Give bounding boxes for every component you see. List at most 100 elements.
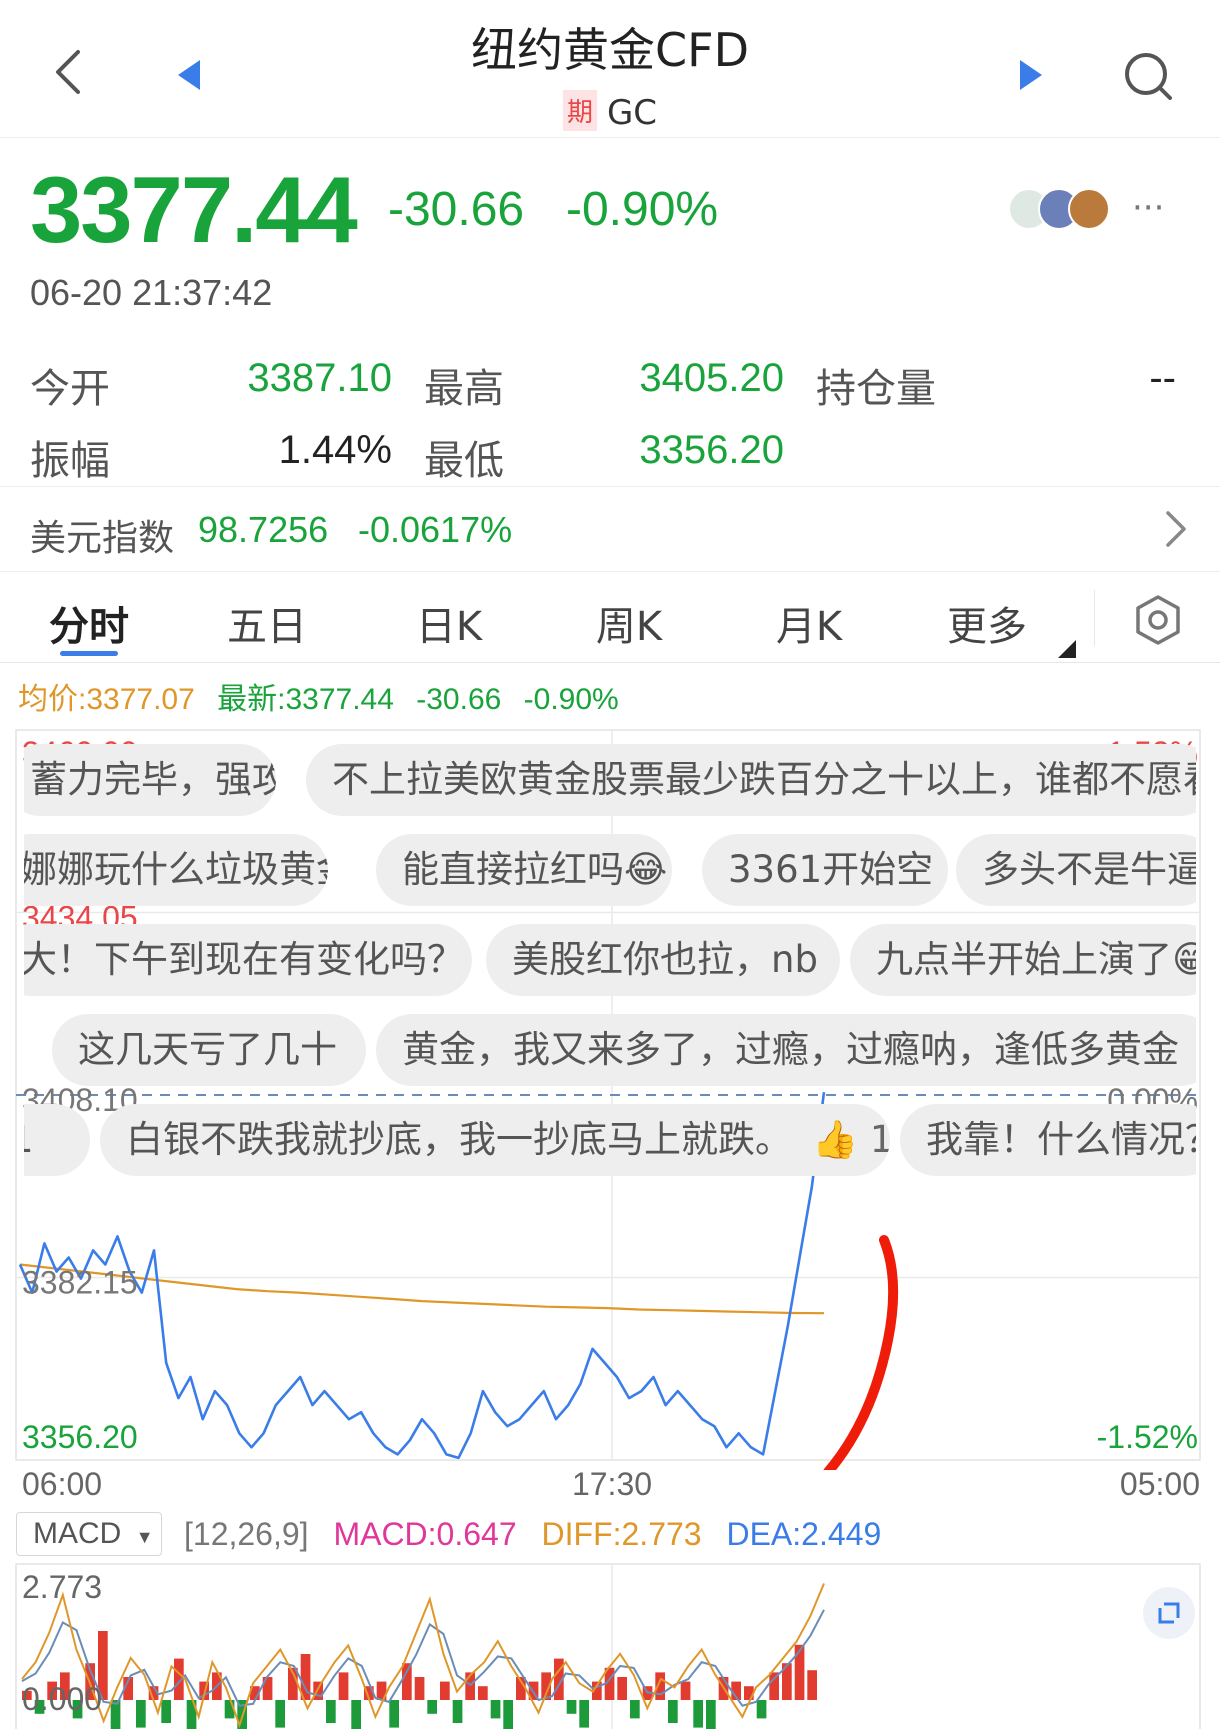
macd-bar [706,1700,716,1729]
tab-daily-k[interactable]: 日K [384,594,514,652]
comment-text: 大！下午到现在有变化吗？ [24,938,464,981]
tab-more[interactable]: 更多 [922,594,1052,652]
macd-bar [668,1700,678,1723]
macd-y-tick: 2.773 [22,1569,102,1605]
comment-bubble: 大！下午到现在有变化吗？ [24,924,472,996]
dollar-index-change: -0.0617% [358,509,513,550]
macd-bar [744,1686,754,1700]
x-tick: 06:00 [22,1466,103,1502]
macd-marks [21,1583,825,1729]
futures-badge: 期 [562,90,597,131]
macd-bar [490,1700,501,1719]
comment-text: 能直接拉红吗😂 [402,848,668,891]
macd-bar [427,1700,437,1714]
y-left-tick: 3356.20 [22,1419,138,1455]
latest-price-label: 最新:3377.44 [217,683,394,716]
amplitude-value: 1.44% [278,428,392,472]
tab-weekly-k[interactable]: 周K [564,594,694,652]
price-change-percent: -0.90% [566,183,719,236]
comment-bubble: 能直接拉红吗😂 [376,834,672,906]
search-icon[interactable] [1122,50,1174,102]
comment-bubble: 九点半开始上演了😁 [850,924,1196,996]
amplitude-label: 振幅 [30,438,110,484]
macd-bar [275,1700,285,1728]
dollar-index-row[interactable]: 美元指数 98.7256 -0.0617% [0,486,1220,572]
more-icon[interactable]: ··· [1132,188,1164,228]
comment-text: 娜娜玩什么垃圾黄金 [24,848,328,891]
x-tick: 17:30 [571,1466,653,1502]
tab-intraday[interactable]: 分时 [24,594,154,652]
y-right-tick: -1.52% [1097,1419,1198,1455]
annotation-stroke [823,1235,899,1470]
macd-y-tick: 0.000 [22,1681,102,1717]
dea-value-label: DEA:2.449 [726,1516,882,1552]
macd-axis-labels: 2.773 0.000 [22,1569,102,1717]
chart-legend: 均价:3377.07 最新:3377.44 -30.66 -0.90% [18,674,619,718]
indicator-select-value: MACD [33,1517,122,1550]
last-price: 3377.44 [30,157,358,262]
indicator-select[interactable]: MACD ▼ [16,1512,162,1556]
instrument-code: GC [606,93,658,133]
macd-bar [693,1700,703,1728]
macd-bar [326,1700,336,1723]
macd-bar [807,1670,817,1700]
tab-divider [1094,590,1095,646]
macd-bar [566,1700,577,1714]
comment-bubble: 美股红你也拉，nb [486,924,840,996]
low-label: 最低 [424,438,504,484]
comment-bubble: 黄金，我又来多了，过瘾，过瘾呐，逢低多黄金 [376,1014,1196,1086]
comment-text: 我靠！什么情况？ [926,1118,1196,1161]
comment-text: 3361开始空 [728,848,934,891]
macd-chart[interactable]: 2.773 0.000 [0,1562,1220,1729]
caret-down-icon: ▼ [135,1527,154,1547]
quote-timestamp: 06-20 21:37:42 [30,272,273,313]
comment-text: 黄金，我又来多了，过瘾，过瘾呐，逢低多黄金 [402,1028,1179,1071]
macd-bar [478,1686,488,1700]
comment-bubble: 我靠！什么情况？ [900,1104,1196,1176]
comment-text: 九点半开始上演了😁 [876,938,1196,981]
open-label: 今开 [30,366,110,412]
macd-bar [414,1677,425,1700]
open-value: 3387.10 [247,356,392,400]
comment-text: 白银不跌我就抄底，我一抄底马上就跌。 [126,1118,792,1161]
comment-text: 美股红你也拉，nb [512,938,818,981]
next-instrument-icon[interactable] [1016,58,1044,92]
macd-bar [503,1700,513,1729]
y-left-tick: 3382.15 [22,1265,138,1301]
comment-bubble: 这几天亏了几十 [52,1014,366,1086]
high-value: 3405.20 [639,356,784,400]
instrument-subtitle: 期 GC [0,90,1220,133]
like-count: 👍 1 [812,1118,890,1161]
tabs-divider [0,662,1220,663]
comment-text: 这几天亏了几十 [78,1028,337,1071]
price-change: -30.66 [388,183,525,236]
macd-bar [161,1700,171,1723]
viewer-avatars[interactable] [1008,186,1120,232]
active-tab-indicator [60,651,118,656]
comment-bubble: 1 [24,1104,90,1176]
macd-bar [136,1700,146,1728]
open-interest-value: -- [1149,356,1176,400]
comment-bubble: 多头不是牛逼吗 [956,834,1196,906]
macd-params: [12,26,9] [184,1516,309,1552]
x-tick: 05:00 [1119,1466,1200,1502]
macd-bar [338,1672,349,1700]
high-label: 最高 [424,366,504,412]
expand-icon[interactable] [1142,1586,1196,1640]
chevron-right-icon [1166,511,1186,547]
average-price-label: 均价:3377.07 [18,683,195,716]
low-value: 3356.20 [639,428,784,472]
macd-bar [756,1700,767,1719]
comment-text: 多头不是牛逼吗 [982,848,1196,891]
macd-bar [680,1681,691,1700]
macd-bar [402,1663,412,1700]
macd-bar [630,1700,640,1719]
dropdown-corner-icon [1058,640,1076,658]
macd-value-label: MACD:0.647 [333,1516,517,1552]
tab-monthly-k[interactable]: 月K [744,594,874,652]
tab-five-day[interactable]: 五日 [202,594,332,652]
app-header: 纽约黄金CFD 期 GC [0,0,1220,138]
live-comments-overlay: 蓄力完毕，强攻 不上拉美欧黄金股票最少跌百分之十以上，谁都不愿看到 娜娜玩什么垃圾黄… [24,744,1196,1184]
settings-hexagon-icon[interactable] [1134,594,1182,646]
open-interest-label: 持仓量 [816,366,936,412]
